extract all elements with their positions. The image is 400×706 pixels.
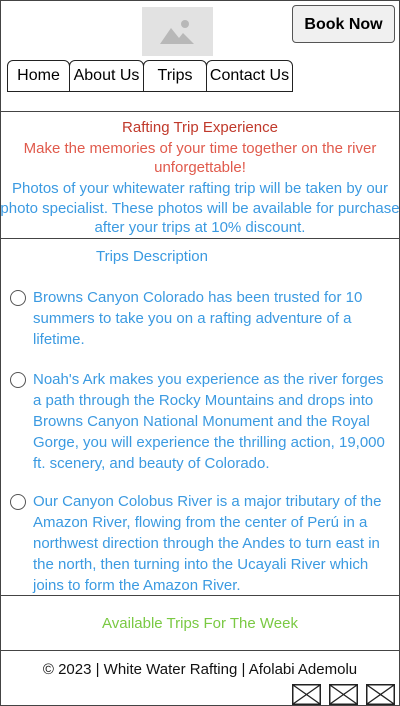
page-frame [0,0,400,706]
tab-contact-us[interactable]: Contact Us [206,60,293,92]
broken-image-icon[interactable] [329,684,358,705]
logo-placeholder [142,7,213,56]
trip-description: Noah's Ark makes you experience as the r… [33,371,385,472]
divider [0,650,400,651]
broken-image-icon[interactable] [292,684,321,705]
trip-radio[interactable] [10,494,26,510]
divider [0,111,400,112]
tab-trips[interactable]: Trips [143,60,207,92]
book-now-button[interactable]: Book Now [292,5,395,43]
hero-title: Rafting Trip Experience [122,119,278,136]
trips-heading: Trips Description [96,248,208,265]
broken-image-icon[interactable] [366,684,395,705]
tab-about-us[interactable]: About Us [69,60,144,92]
hero-tagline: Make the memories of your time together … [23,140,377,176]
divider [0,238,400,239]
trip-description: Browns Canyon Colorado has been trusted … [33,289,363,348]
tab-home[interactable]: Home [7,60,70,92]
hero-description: Photos of your whitewater rafting trip w… [0,180,400,236]
footer-copyright: © 2023 | White Water Rafting | Afolabi A… [42,661,358,678]
trip-radio[interactable] [10,372,26,388]
divider [0,595,400,596]
trip-radio[interactable] [10,290,26,306]
image-placeholder-icon [160,20,194,44]
trip-description: Our Canyon Colobus River is a major trib… [33,493,382,594]
available-trips-heading: Available Trips For The Week [102,615,298,632]
